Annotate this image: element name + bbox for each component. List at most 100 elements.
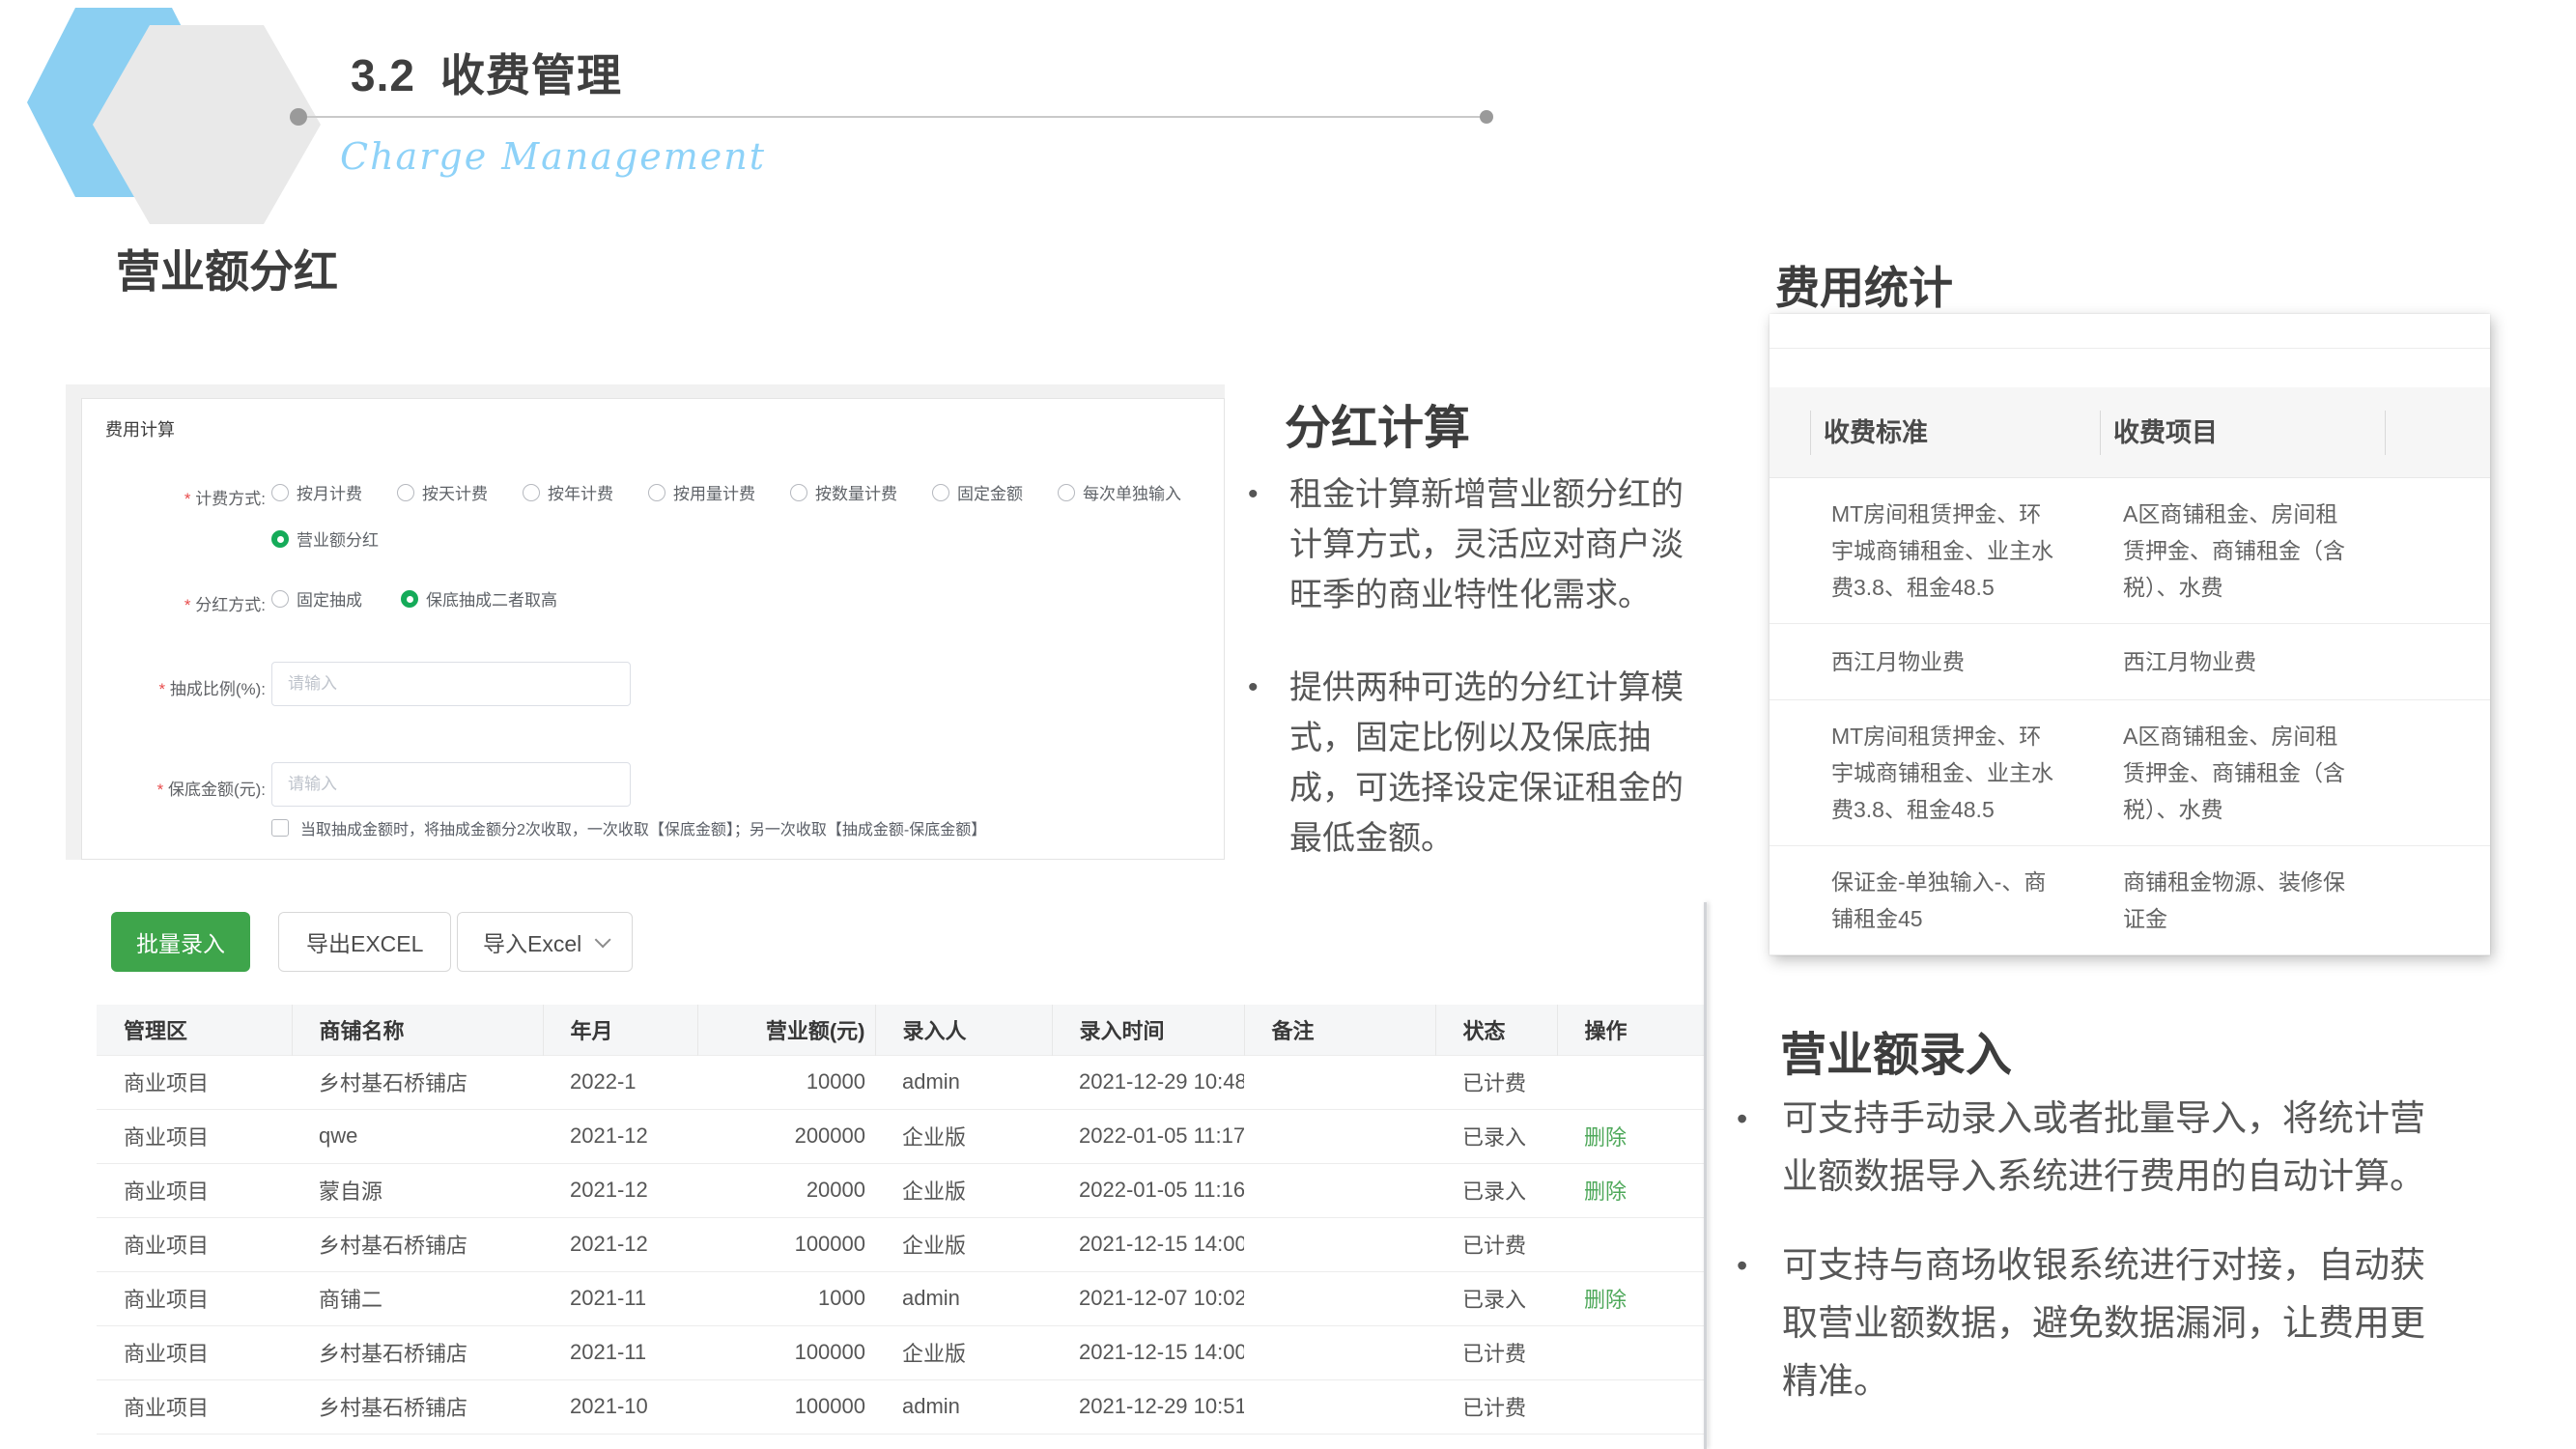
fee-stats-col-item: 收费项目 [2100, 411, 2385, 455]
billing-option-fixed[interactable]: 固定金额 [932, 480, 1023, 504]
radio-checked-icon[interactable] [271, 530, 289, 548]
billing-option-yearly[interactable]: 按年计费 [523, 480, 613, 504]
status-badge: 已录入 [1435, 1163, 1557, 1217]
screenshot-right-edge [1704, 902, 1707, 1449]
chevron-down-icon [595, 931, 611, 948]
table-row: 商业项目乡村基石桥铺店2021-11100000企业版2021-12-15 14… [97, 1325, 1704, 1379]
delete-link[interactable]: 删除 [1584, 1179, 1627, 1204]
bullet-item: 租金计算新增营业额分红的计算方式，灵活应对商户淡旺季的商业特性化需求。 [1248, 469, 1713, 620]
billing-option-quantity[interactable]: 按数量计费 [790, 480, 897, 504]
fee-stats-card: 收费标准 收费项目 MT房间租赁押金、环宇城商铺租金、业主水费3.8、租金48.… [1769, 314, 2490, 955]
col-note: 备注 [1244, 1005, 1435, 1055]
slide-charge-management: 3.2 收费管理 Charge Management 营业额分红 费用计算 计费方… [0, 0, 2576, 1449]
split-collection-checkbox-row[interactable]: 当取抽成金额时，将抽成金额分2次收取，一次收取【保底金额】；另一次收取【抽成金额… [271, 816, 986, 839]
bullet-item: 可支持与商场收银系统进行对接，自动获取营业额数据，避免数据漏洞，让费用更精准。 [1737, 1236, 2453, 1410]
radio-unchecked-icon[interactable] [1058, 484, 1075, 501]
delete-link[interactable]: 删除 [1584, 1125, 1627, 1150]
billing-option-revenue-share[interactable]: 营业额分红 [271, 526, 379, 551]
table-row: 商业项目商铺二2021-111000admin2021-12-07 10:02已… [97, 1271, 1704, 1325]
col-shop: 商铺名称 [292, 1005, 543, 1055]
export-excel-button[interactable]: 导出EXCEL [278, 912, 451, 972]
bullet-item: 可支持手动录入或者批量导入，将统计营业额数据导入系统进行费用的自动计算。 [1737, 1090, 2453, 1206]
fee-stats-card-gap [1769, 349, 2490, 387]
share-method-options: 固定抽成 保底抽成二者取高 [271, 586, 557, 611]
share-method-label: 分红方式: [121, 591, 266, 615]
billing-method-options: 按月计费 按天计费 按年计费 按用量计费 按数量计费 固定金额 每次单独输入 [271, 480, 1181, 504]
ratio-label: 抽成比例(%): [121, 675, 266, 699]
section-number: 3.2 [351, 50, 415, 100]
status-badge: 已计费 [1435, 1379, 1557, 1434]
fee-item-cell: 商铺租金物源、装修保证金 [2123, 864, 2345, 937]
fee-item-cell: A区商铺租金、房间租赁押金、商铺租金（含税）、水费 [2123, 496, 2345, 606]
floor-amount-input[interactable] [271, 762, 631, 807]
section-title: 收费管理 [440, 50, 622, 100]
revenue-entry-bullet-list: 可支持手动录入或者批量导入，将统计营业额数据导入系统进行费用的自动计算。 可支持… [1737, 1090, 2453, 1441]
table-row: 商业项目乡村基石桥铺店2022-110000admin2021-12-29 10… [97, 1055, 1704, 1109]
billing-option-usage[interactable]: 按用量计费 [648, 480, 755, 504]
radio-checked-icon[interactable] [401, 590, 418, 608]
table-header-row: 管理区 商铺名称 年月 营业额(元) 录入人 录入时间 备注 状态 操作 [97, 1005, 1704, 1055]
share-option-fixed[interactable]: 固定抽成 [271, 586, 362, 611]
bullet-item: 提供两种可选的分红计算模式，固定比例以及保底抽成，可选择设定保证租金的最低金额。 [1248, 663, 1713, 864]
status-badge: 已计费 [1435, 1055, 1557, 1109]
col-amount: 营业额(元) [697, 1005, 875, 1055]
billing-method-label: 计费方式: [121, 485, 266, 509]
fee-stats-row: 西江月物业费 西江月物业费 [1769, 624, 2490, 700]
table-row: 商业项目qwe2021-12200000企业版2022-01-05 11:17已… [97, 1109, 1704, 1163]
radio-unchecked-icon[interactable] [523, 484, 540, 501]
radio-unchecked-icon[interactable] [397, 484, 414, 501]
radio-unchecked-icon[interactable] [271, 590, 289, 608]
status-badge: 已录入 [1435, 1109, 1557, 1163]
status-badge: 已计费 [1435, 1217, 1557, 1271]
fee-stats-row: MT房间租赁押金、环宇城商铺租金、业主水费3.8、租金48.5 A区商铺租金、房… [1769, 478, 2490, 624]
fee-stats-row: MT房间租赁押金、环宇城商铺租金、业主水费3.8、租金48.5 A区商铺租金、房… [1769, 700, 2490, 846]
radio-unchecked-icon[interactable] [932, 484, 949, 501]
billing-option-manual[interactable]: 每次单独输入 [1058, 480, 1181, 504]
batch-entry-button[interactable]: 批量录入 [111, 912, 250, 972]
radio-unchecked-icon[interactable] [271, 484, 289, 501]
delete-link[interactable]: 删除 [1584, 1288, 1627, 1312]
status-badge: 已计费 [1435, 1325, 1557, 1379]
fee-calc-panel: 费用计算 计费方式: 按月计费 按天计费 按年计费 按用量计费 按数量计费 固定… [81, 398, 1225, 860]
table-row: 商业项目乡村基石桥铺店2021-12100000企业版2021-12-15 14… [97, 1217, 1704, 1271]
fee-calc-panel-title: 费用计算 [105, 416, 175, 441]
fee-stats-header-row: 收费标准 收费项目 [1769, 387, 2490, 478]
table-row: 商业项目蒙自源2021-1220000企业版2022-01-05 11:16已录… [97, 1163, 1704, 1217]
share-calc-bullet-list: 租金计算新增营业额分红的计算方式，灵活应对商户淡旺季的商业特性化需求。 提供两种… [1248, 469, 1713, 906]
share-option-guaranteed-max[interactable]: 保底抽成二者取高 [401, 586, 557, 611]
col-time: 录入时间 [1052, 1005, 1244, 1055]
checkbox-unchecked-icon[interactable] [271, 819, 289, 837]
radio-unchecked-icon[interactable] [648, 484, 665, 501]
fee-standard-cell: 西江月物业费 [1831, 643, 2063, 680]
billing-option-monthly[interactable]: 按月计费 [271, 480, 362, 504]
split-collection-checkbox-label: 当取抽成金额时，将抽成金额分2次收取，一次收取【保底金额】；另一次收取【抽成金额… [300, 816, 986, 839]
col-area: 管理区 [97, 1005, 292, 1055]
floor-amount-label: 保底金额(元): [121, 776, 266, 800]
heading-revenue-entry: 营业额录入 [1780, 1016, 2012, 1084]
col-operator: 录入人 [875, 1005, 1052, 1055]
fee-stats-col-clipped [2385, 411, 2490, 455]
revenue-entry-table: 管理区 商铺名称 年月 营业额(元) 录入人 录入时间 备注 状态 操作 商业项… [97, 1005, 1704, 1435]
billing-method-selected-row: 营业额分红 [271, 526, 379, 551]
fee-standard-cell: MT房间租赁押金、环宇城商铺租金、业主水费3.8、租金48.5 [1831, 718, 2063, 828]
fee-item-cell: 西江月物业费 [2123, 643, 2345, 680]
col-status: 状态 [1435, 1005, 1557, 1055]
col-action: 操作 [1557, 1005, 1704, 1055]
page-subtitle: Charge Management [340, 135, 766, 178]
billing-option-daily[interactable]: 按天计费 [397, 480, 488, 504]
fee-stats-card-top-strip [1769, 314, 2490, 349]
ratio-input[interactable] [271, 662, 631, 706]
fee-item-cell: A区商铺租金、房间租赁押金、商铺租金（含税）、水费 [2123, 718, 2345, 828]
fee-standard-cell: 保证金-单独输入-、商铺租金45 [1831, 864, 2063, 937]
heading-share-calc: 分红计算 [1285, 389, 1470, 457]
radio-unchecked-icon[interactable] [790, 484, 807, 501]
import-excel-dropdown-button[interactable]: 导入Excel [457, 912, 633, 972]
page-title: 3.2 收费管理 [351, 41, 622, 104]
table-row: 商业项目乡村基石桥铺店2021-10100000admin2021-12-29 … [97, 1379, 1704, 1434]
fee-standard-cell: MT房间租赁押金、环宇城商铺租金、业主水费3.8、租金48.5 [1831, 496, 2063, 606]
status-badge: 已录入 [1435, 1271, 1557, 1325]
fee-stats-row: 保证金-单独输入-、商铺租金45 商铺租金物源、装修保证金 [1769, 846, 2490, 955]
col-month: 年月 [543, 1005, 697, 1055]
heading-revenue-share: 营业额分红 [116, 237, 338, 300]
header-divider-line [296, 116, 1489, 118]
